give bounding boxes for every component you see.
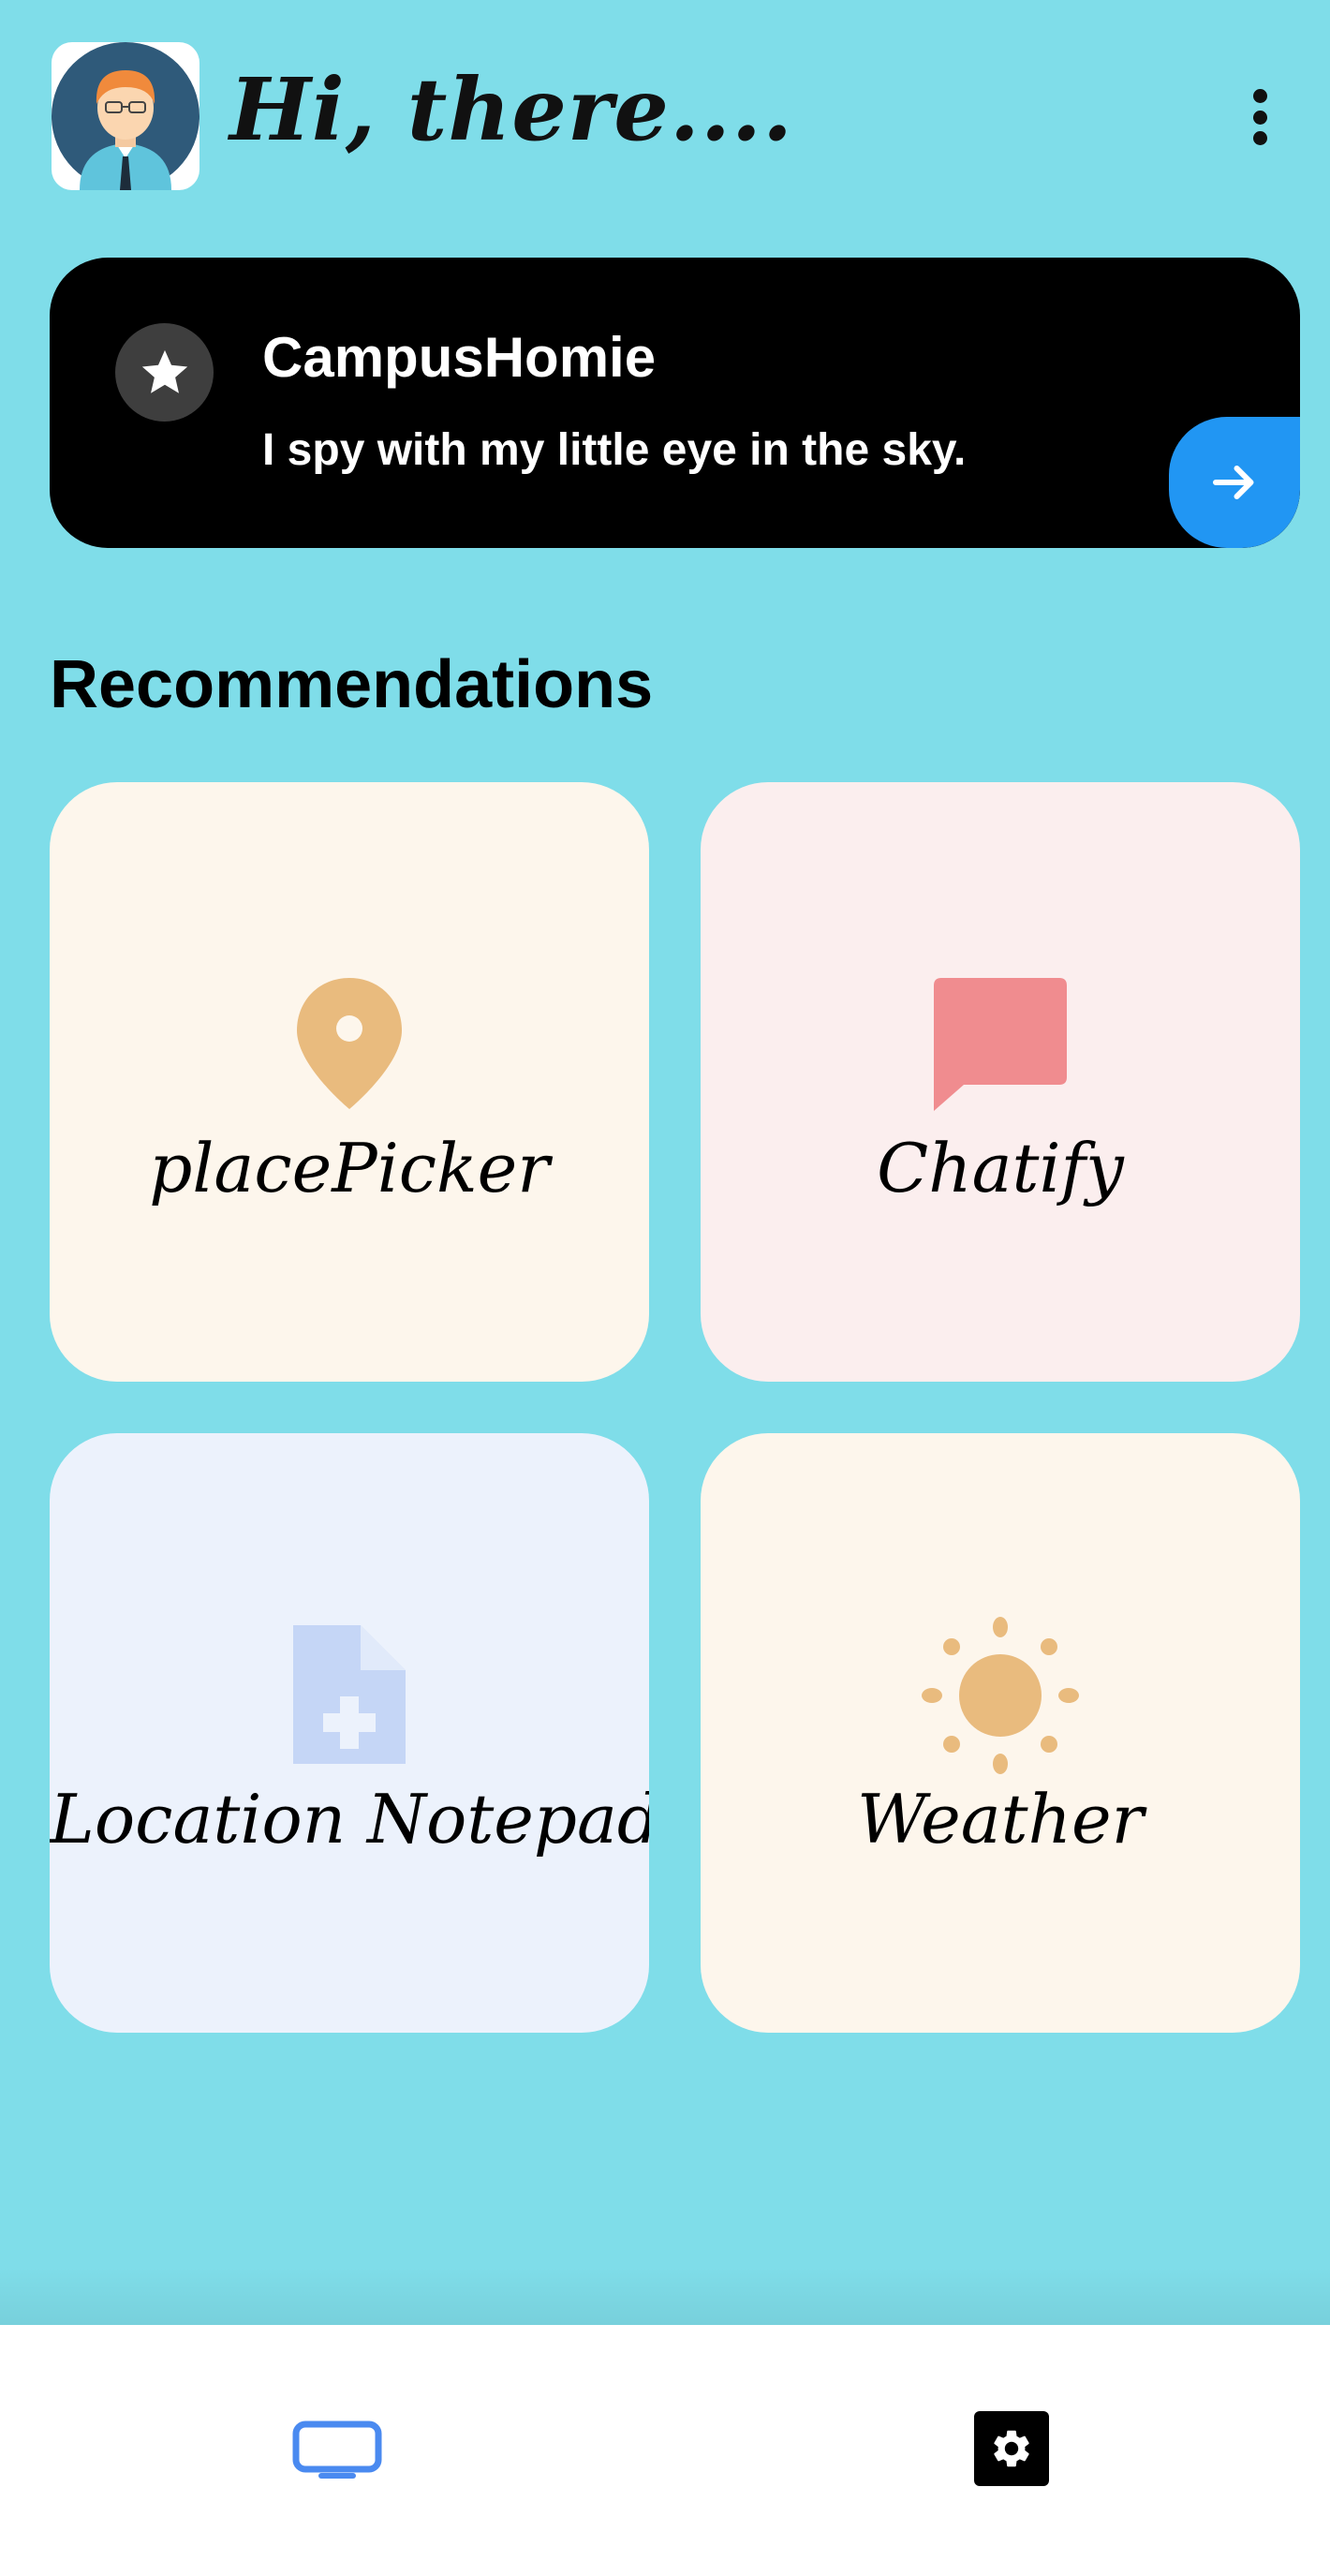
tv-icon bbox=[292, 2421, 382, 2479]
sun-icon bbox=[922, 1617, 1079, 1774]
nav-shadow bbox=[0, 2267, 1330, 2325]
banner-icon-circle bbox=[115, 323, 214, 422]
banner-title: CampusHomie bbox=[262, 326, 657, 389]
star-icon bbox=[141, 349, 187, 393]
greeting-title: Hi, there.... bbox=[229, 59, 793, 160]
arrow-right-icon bbox=[1213, 466, 1254, 499]
more-options-button[interactable] bbox=[1232, 80, 1288, 155]
nav-item-home[interactable] bbox=[292, 2421, 382, 2480]
campus-banner-card[interactable]: CampusHomie I spy with my little eye in … bbox=[50, 258, 1300, 548]
more-vert-icon bbox=[1252, 89, 1267, 103]
user-avatar-icon bbox=[52, 42, 200, 190]
card-label: placePicker bbox=[149, 1129, 550, 1207]
banner-go-button[interactable] bbox=[1169, 417, 1300, 548]
card-label: Chatify bbox=[877, 1129, 1124, 1207]
bottom-navigation bbox=[0, 2325, 1330, 2576]
banner-subtitle: I spy with my little eye in the sky. bbox=[262, 425, 967, 475]
card-location-notepad[interactable]: Location Notepad bbox=[50, 1433, 649, 2033]
card-weather[interactable]: Weather bbox=[701, 1433, 1300, 2033]
card-chatify[interactable]: Chatify bbox=[701, 782, 1300, 1382]
location-pin-icon bbox=[297, 978, 402, 1109]
nav-item-settings[interactable] bbox=[974, 2411, 1049, 2486]
card-label: Location Notepad bbox=[50, 1780, 649, 1858]
app-header: Hi, there.... bbox=[52, 42, 1288, 192]
settings-icon bbox=[994, 2430, 1029, 2467]
recommendations-title: Recommendations bbox=[50, 647, 654, 722]
card-place-picker[interactable]: placePicker bbox=[50, 782, 649, 1382]
note-add-icon bbox=[293, 1625, 406, 1764]
chat-bubble-icon bbox=[934, 978, 1067, 1111]
avatar[interactable] bbox=[52, 42, 200, 190]
card-label: Weather bbox=[857, 1780, 1144, 1858]
